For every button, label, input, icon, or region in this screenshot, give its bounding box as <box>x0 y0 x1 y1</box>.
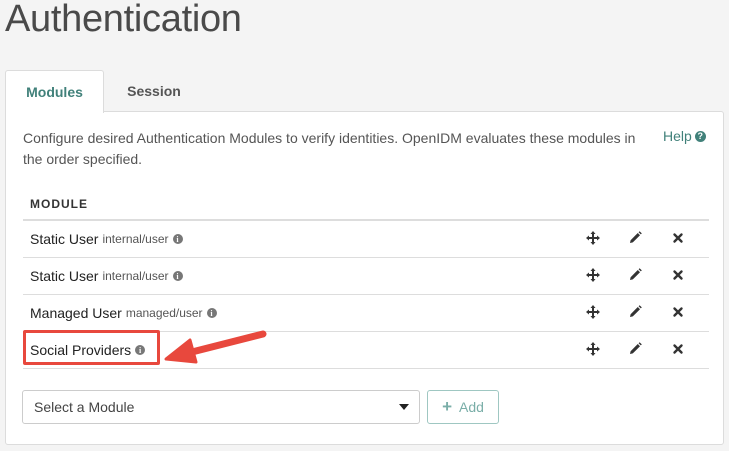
module-path: internal/user <box>102 269 169 283</box>
table-row: Static User internal/user i <box>23 221 709 258</box>
module-path: managed/user <box>125 306 203 320</box>
help-label: Help <box>663 128 692 144</box>
module-name: Static User <box>30 231 99 247</box>
move-arrows-icon[interactable] <box>585 267 601 283</box>
plus-icon: + <box>442 397 452 416</box>
close-icon[interactable] <box>670 267 686 283</box>
move-arrows-icon[interactable] <box>585 230 601 246</box>
move-arrows-icon[interactable] <box>585 341 601 357</box>
close-icon[interactable] <box>670 304 686 320</box>
table-row: Static User internal/user i <box>23 258 709 295</box>
module-name: Social Providers <box>30 342 132 358</box>
tab-modules[interactable]: Modules <box>5 70 104 113</box>
module-select-value: Select a Module <box>34 399 135 415</box>
pencil-icon[interactable] <box>627 341 643 357</box>
table-row: Managed User managed/user i <box>23 295 709 332</box>
question-circle-icon: ? <box>694 130 706 142</box>
modules-panel: Configure desired Authentication Modules… <box>5 111 724 445</box>
pencil-icon[interactable] <box>627 230 643 246</box>
module-column-header: MODULE <box>23 197 709 221</box>
info-icon[interactable]: i <box>135 345 146 355</box>
help-link[interactable]: Help ? <box>663 128 706 144</box>
close-icon[interactable] <box>670 341 686 357</box>
module-path: internal/user <box>102 232 169 246</box>
table-row: Social Providers i <box>23 332 709 369</box>
tab-session[interactable]: Session <box>104 70 204 112</box>
add-module-button[interactable]: + Add <box>427 390 499 424</box>
module-name: Managed User <box>30 305 122 321</box>
close-icon[interactable] <box>670 230 686 246</box>
module-name: Static User <box>30 268 99 284</box>
tab-modules-label: Modules <box>26 84 83 100</box>
pencil-icon[interactable] <box>627 267 643 283</box>
add-button-label: Add <box>459 399 484 415</box>
info-icon[interactable]: i <box>206 308 217 318</box>
panel-description: Configure desired Authentication Modules… <box>23 130 636 167</box>
module-select[interactable]: Select a Module <box>22 390 420 424</box>
pencil-icon[interactable] <box>627 304 643 320</box>
info-icon[interactable]: i <box>172 271 183 281</box>
caret-down-icon <box>399 404 409 410</box>
page-title: Authentication <box>5 0 242 40</box>
move-arrows-icon[interactable] <box>585 304 601 320</box>
info-icon[interactable]: i <box>172 234 183 244</box>
tab-session-label: Session <box>127 83 181 99</box>
